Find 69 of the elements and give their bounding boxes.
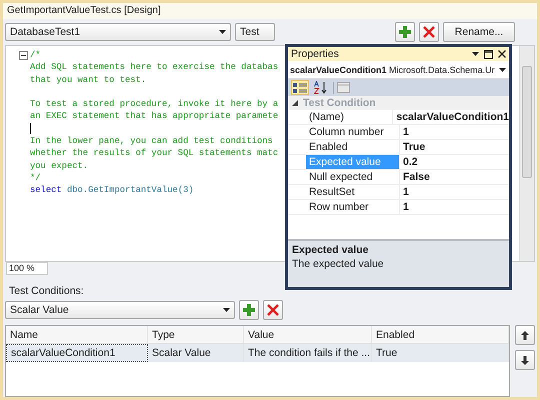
- table-cell: True: [372, 344, 509, 362]
- dropdown-icon[interactable]: [472, 52, 479, 56]
- move-down-button[interactable]: [515, 350, 535, 370]
- maximize-icon[interactable]: [484, 50, 493, 58]
- property-name[interactable]: (Name): [306, 110, 394, 124]
- table-cell: scalarValueCondition1: [6, 344, 148, 362]
- property-value[interactable]: True: [400, 140, 509, 154]
- column-header[interactable]: Value: [244, 326, 372, 343]
- property-value[interactable]: 0.2: [400, 155, 509, 169]
- test-dropdown[interactable]: DatabaseTest1: [5, 23, 231, 41]
- condition-type-dropdown[interactable]: Scalar Value: [5, 301, 235, 319]
- up-arrow-icon: [521, 330, 529, 340]
- code-comment: In the lower pane, you can add test conditions: [30, 136, 273, 146]
- code-comment: whether the results of your SQL statements matc: [30, 148, 278, 158]
- code-line: select dbo.GetImportantValue(3): [30, 185, 194, 196]
- code-comment: Add SQL statements here to exercise the databas: [30, 62, 278, 72]
- property-name[interactable]: Enabled: [306, 140, 400, 154]
- property-pages-icon: [337, 82, 350, 93]
- collapse-icon[interactable]: [19, 51, 28, 60]
- category-label: Test Condition: [303, 97, 376, 109]
- categorized-button[interactable]: [291, 80, 309, 95]
- code-comment: an EXEC statement that has appropriate paramete: [30, 111, 278, 122]
- column-header[interactable]: Type: [148, 326, 244, 343]
- add-button[interactable]: [395, 22, 415, 42]
- column-header[interactable]: Enabled: [372, 326, 509, 343]
- description-text: The expected value: [292, 258, 385, 270]
- delete-button[interactable]: [263, 300, 283, 320]
- text-cursor: [30, 122, 31, 134]
- down-arrow-icon: [521, 356, 529, 364]
- property-name[interactable]: Null expected: [306, 170, 400, 184]
- code-comment: To test a stored procedure, invoke it here by a: [30, 99, 278, 110]
- property-value[interactable]: 1: [400, 200, 509, 214]
- description-title: Expected value: [292, 244, 370, 256]
- code-comment: /*: [30, 50, 41, 60]
- move-up-button[interactable]: [515, 325, 535, 345]
- plus-icon: [399, 26, 411, 38]
- rename-button[interactable]: Rename...: [443, 22, 515, 42]
- caret-icon: [219, 30, 226, 34]
- window-title: GetImportantValueTest.cs [Design]: [3, 3, 537, 19]
- close-icon: [423, 26, 435, 38]
- type-dropdown[interactable]: Test: [235, 23, 275, 41]
- code-comment: you expect.: [30, 160, 88, 171]
- caret-icon: [223, 308, 230, 312]
- table-row[interactable]: scalarValueCondition1 Scalar Value The condition fails if the ... True: [6, 344, 509, 362]
- close-icon: [267, 304, 279, 316]
- section-label: Test Conditions:: [8, 284, 85, 299]
- delete-button[interactable]: [419, 22, 439, 42]
- categorized-icon: [293, 82, 307, 94]
- property-value[interactable]: False: [400, 170, 509, 184]
- code-comment: */: [30, 172, 41, 183]
- caret-icon: [499, 68, 506, 72]
- zoom-dropdown[interactable]: 100 %: [6, 262, 48, 275]
- property-name[interactable]: Row number: [306, 200, 400, 214]
- table-cell: Scalar Value: [148, 344, 244, 362]
- add-button[interactable]: [239, 300, 259, 320]
- column-header[interactable]: Name: [6, 326, 148, 343]
- sort-icon: [314, 81, 328, 94]
- plus-icon: [243, 304, 255, 316]
- property-name[interactable]: ResultSet: [306, 185, 400, 199]
- property-value[interactable]: scalarValueCondition1: [393, 110, 509, 124]
- property-name[interactable]: Column number: [306, 125, 400, 139]
- table-cell: The condition fails if the ...: [244, 344, 372, 362]
- close-icon[interactable]: [498, 50, 506, 58]
- property-value[interactable]: 1: [400, 185, 509, 199]
- panel-title: Properties: [291, 48, 339, 60]
- code-comment: that you want to test.: [30, 74, 146, 85]
- expand-icon[interactable]: [292, 100, 298, 106]
- property-value[interactable]: 1: [400, 125, 509, 139]
- scrollbar[interactable]: [519, 46, 534, 261]
